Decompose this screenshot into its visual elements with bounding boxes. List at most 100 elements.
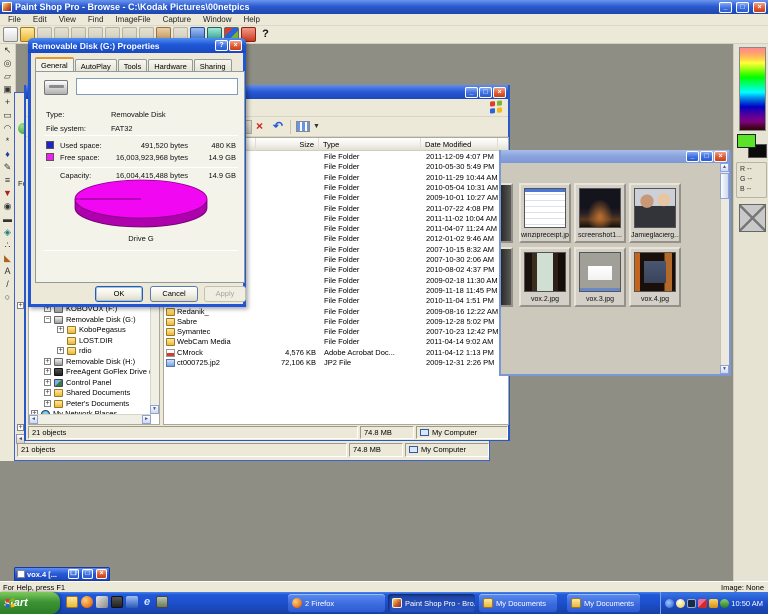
apply-button[interactable]: Apply: [204, 286, 246, 302]
my-documents-icon[interactable]: [66, 596, 78, 608]
views-icon[interactable]: [296, 121, 310, 132]
properties-dialog[interactable]: Removable Disk (G:) Properties ? × Gener…: [28, 38, 246, 307]
crop-tool-icon[interactable]: ▣: [1, 83, 15, 96]
table-row[interactable]: Sabre File Folder 2009-12-28 5:02 PM: [164, 317, 508, 327]
tree-expander[interactable]: +: [57, 326, 64, 333]
views-dropdown-arrow[interactable]: ▼: [313, 123, 320, 130]
camera-icon[interactable]: [111, 596, 123, 608]
scroll-down-button[interactable]: ▼: [720, 365, 729, 374]
tree-horizontal-scrollbar[interactable]: ◄ ►: [29, 414, 151, 424]
thumbnail[interactable]: vox.3.jpg: [574, 247, 626, 307]
ok-button[interactable]: OK: [95, 286, 143, 302]
security-app-icon[interactable]: [156, 596, 168, 608]
display-tray-icon[interactable]: [687, 598, 696, 608]
color-replacer-tool-icon[interactable]: ▼: [1, 187, 15, 200]
updates-tray-icon[interactable]: [698, 598, 707, 608]
delete-icon[interactable]: ×: [256, 119, 263, 133]
selection-tool-icon[interactable]: ▭: [1, 109, 15, 122]
table-row[interactable]: ct000725.jp2 72,106 KB JP2 File 2009-12-31 …: [164, 358, 508, 368]
taskbar-button[interactable]: Paint Shop Pro - Bro...: [388, 594, 475, 612]
new-file-icon[interactable]: [3, 27, 18, 42]
zoom-tool-icon[interactable]: ◎: [1, 57, 15, 70]
undo-icon[interactable]: ↶: [273, 119, 283, 133]
tree-expander[interactable]: +: [44, 357, 51, 365]
context-help-icon[interactable]: ?: [258, 27, 273, 42]
menu-edit[interactable]: Edit: [28, 14, 52, 25]
menu-file[interactable]: File: [3, 14, 26, 25]
maximize-button[interactable]: □: [700, 151, 713, 162]
maximize-button[interactable]: □: [479, 86, 492, 98]
antivirus-tray-icon[interactable]: [720, 598, 729, 608]
arrow-tool-icon[interactable]: ↖: [1, 44, 15, 57]
restore-button[interactable]: ❐: [68, 569, 79, 579]
dialog-titlebar[interactable]: Removable Disk (G:) Properties ? ×: [28, 38, 246, 53]
app-tray-icon[interactable]: [709, 598, 718, 608]
taskbar-button[interactable]: 2 Firefox: [288, 594, 385, 612]
table-row[interactable]: Redanik_ File Folder 2009-08-16 12:22 AM: [164, 307, 508, 317]
thumbnail[interactable]: Jamieglacierg...: [629, 183, 681, 243]
table-row[interactable]: Symantec File Folder 2007-10-23 12:42 PM: [164, 327, 508, 337]
menu-help[interactable]: Help: [239, 14, 265, 25]
paintbrush-tool-icon[interactable]: ✎: [1, 161, 15, 174]
messenger-tray-icon[interactable]: [676, 598, 685, 608]
menu-find[interactable]: Find: [83, 14, 109, 25]
thumbnail-partial[interactable]: [501, 247, 513, 307]
menu-capture[interactable]: Capture: [158, 14, 196, 25]
table-row[interactable]: WebCam Media File Folder 2011-04-14 9:02 A…: [164, 337, 508, 347]
mover-tool-icon[interactable]: +: [1, 96, 15, 109]
start-button[interactable]: start: [0, 592, 60, 614]
column-header-date-modified[interactable]: Date Modified: [421, 138, 498, 151]
close-button[interactable]: ×: [753, 1, 766, 13]
tree-expander[interactable]: +: [17, 424, 24, 431]
eraser-tool-icon[interactable]: ▬: [1, 213, 15, 226]
thumbnail[interactable]: vox.4.jpg: [629, 247, 681, 307]
tree-expander[interactable]: +: [44, 368, 51, 375]
close-button[interactable]: ×: [493, 86, 506, 98]
media-app-icon[interactable]: [126, 596, 138, 608]
retouch-tool-icon[interactable]: ◉: [1, 200, 15, 213]
scrollbar-thumb[interactable]: [720, 173, 729, 199]
text-tool-icon[interactable]: A: [1, 265, 15, 278]
dropper-tool-icon[interactable]: ♦: [1, 148, 15, 161]
freehand-selection-tool-icon[interactable]: ◠: [1, 122, 15, 135]
transparent-color-swatch[interactable]: [739, 204, 766, 232]
picture-tube-tool-icon[interactable]: ◈: [1, 226, 15, 239]
tree-expander[interactable]: +: [44, 399, 51, 407]
maximize-button[interactable]: □: [82, 569, 93, 579]
flood-fill-tool-icon[interactable]: ◣: [1, 252, 15, 265]
minimized-image-window[interactable]: vox.4 [... ❐ □ ×: [14, 567, 110, 581]
cancel-button[interactable]: Cancel: [150, 286, 198, 302]
psp-titlebar[interactable]: Paint Shop Pro - Browse - C:\Kodak Pictu…: [0, 0, 768, 14]
minimize-button[interactable]: _: [686, 151, 699, 162]
help-button[interactable]: ?: [215, 40, 228, 51]
close-button[interactable]: ×: [714, 151, 727, 162]
thumbnail[interactable]: vox.2.jpg: [519, 247, 571, 307]
close-button[interactable]: ×: [96, 569, 107, 579]
tree-expander[interactable]: +: [44, 389, 51, 396]
thumbnail[interactable]: winzipreceipt.jpg: [519, 183, 571, 243]
tree-expander[interactable]: +: [57, 347, 64, 354]
tree-expander[interactable]: +: [44, 378, 51, 386]
browse-titlebar[interactable]: _ □ ×: [501, 150, 729, 163]
minimize-button[interactable]: _: [719, 1, 732, 13]
column-header-type[interactable]: Type: [319, 138, 421, 151]
internet-explorer-icon[interactable]: e: [141, 596, 153, 608]
language-tray-icon[interactable]: [665, 598, 674, 608]
thumbnail[interactable]: screenshot1...: [574, 183, 626, 243]
magic-wand-tool-icon[interactable]: *: [1, 135, 15, 148]
column-header-size[interactable]: Size: [256, 138, 319, 151]
taskbar-button[interactable]: My Documents: [479, 594, 557, 612]
preset-shapes-tool-icon[interactable]: ○: [1, 291, 15, 304]
scroll-right-button[interactable]: ►: [142, 415, 151, 424]
tree-expander[interactable]: +: [17, 302, 24, 309]
color-picker-gradient[interactable]: [739, 47, 766, 131]
taskbar-button[interactable]: My Documents: [567, 594, 640, 612]
draw-tool-icon[interactable]: /: [1, 278, 15, 291]
deformation-tool-icon[interactable]: ▱: [1, 70, 15, 83]
table-row[interactable]: CMrock 4,576 KB Adobe Acrobat Doc... 2011-0…: [164, 348, 508, 358]
minimize-button[interactable]: _: [465, 86, 478, 98]
tree-expander[interactable]: −: [44, 315, 51, 323]
photo-app-icon[interactable]: [96, 596, 108, 608]
menu-view[interactable]: View: [54, 14, 81, 25]
scroll-left-button[interactable]: ◄: [29, 415, 38, 424]
